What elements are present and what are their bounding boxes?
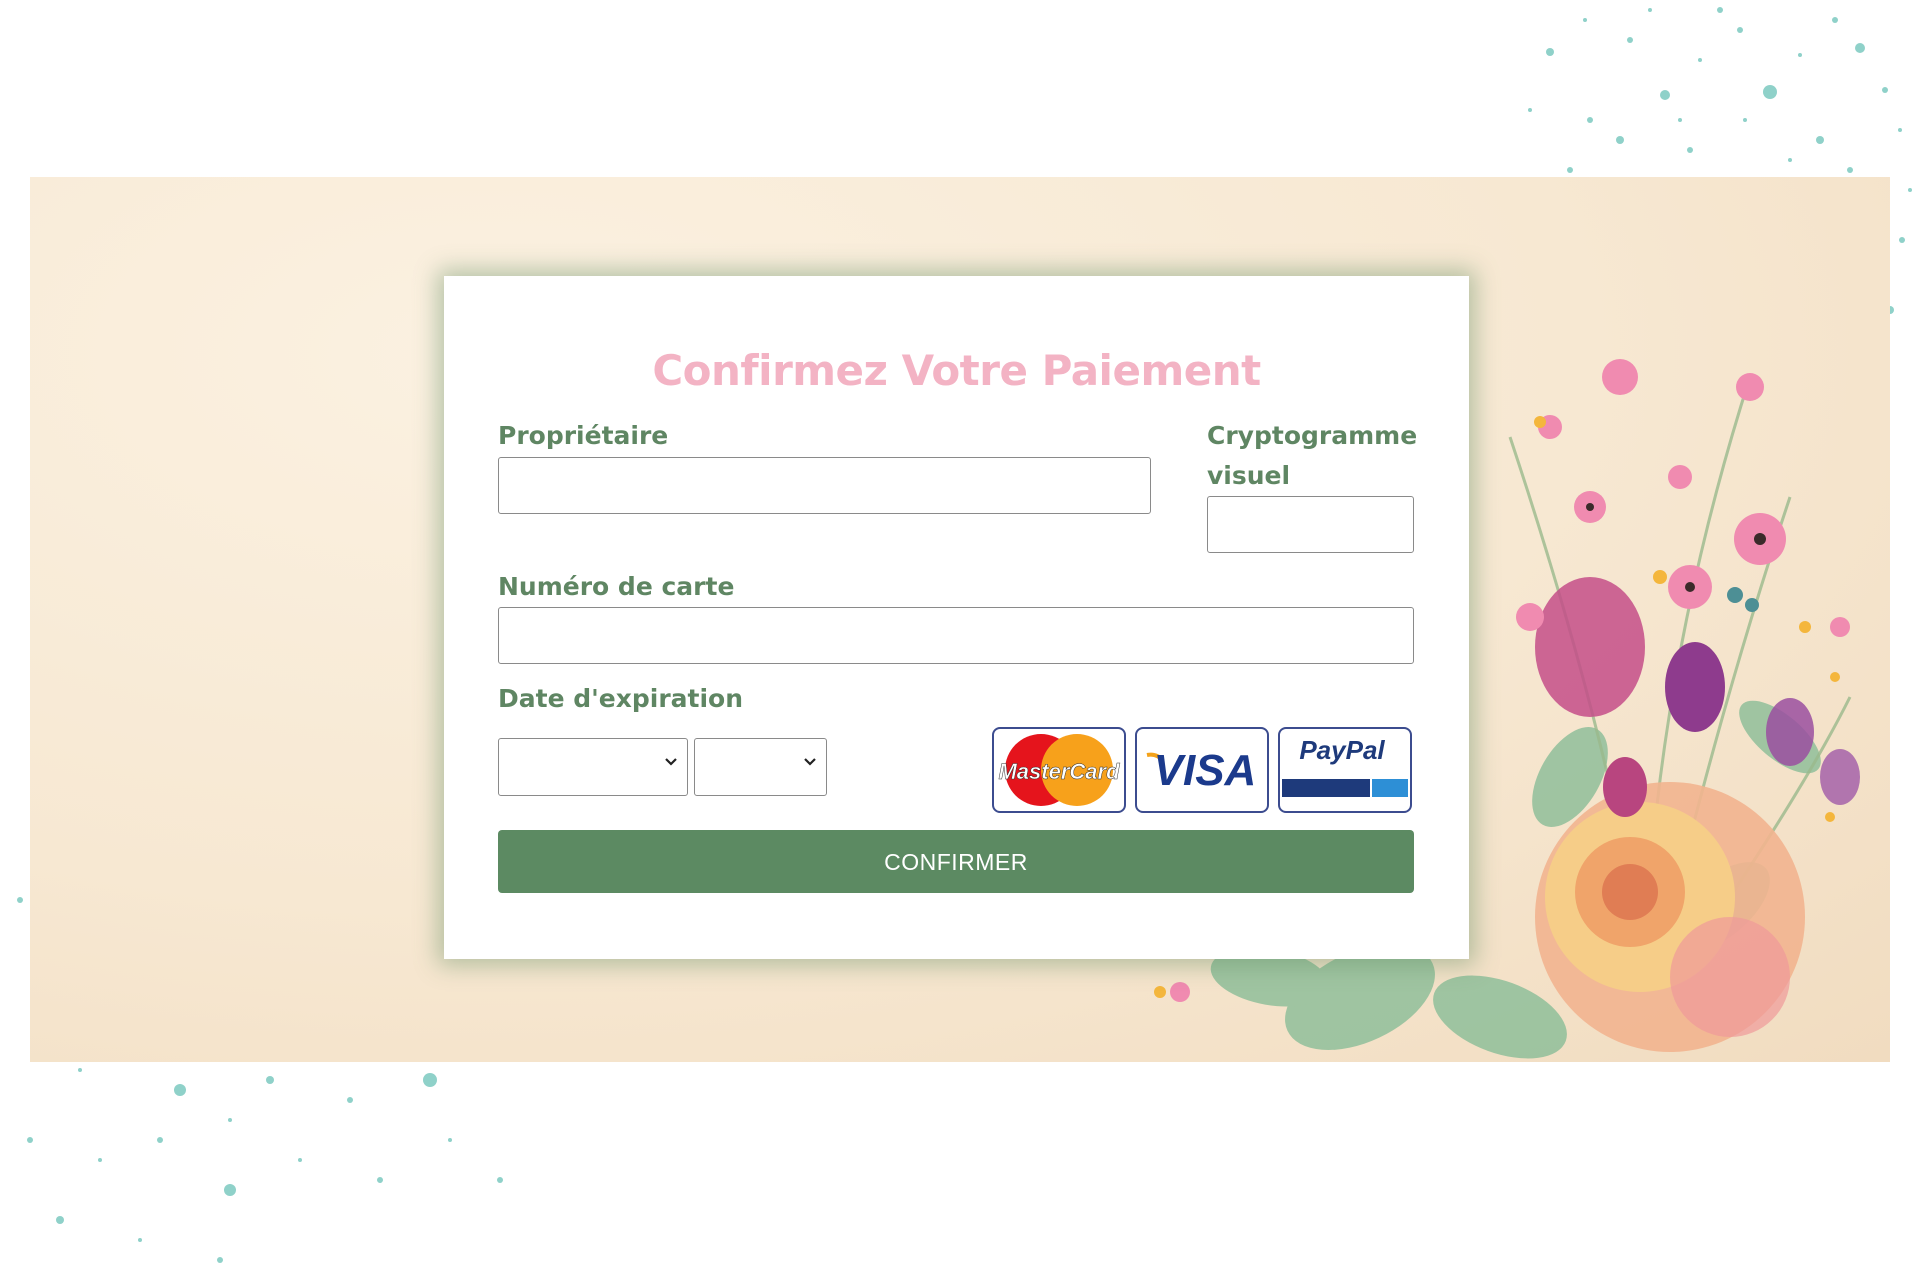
visa-logo: VISA (1135, 727, 1269, 813)
payment-form-card: Confirmez Votre Paiement Propriétaire Cr… (444, 276, 1469, 959)
cvv-label-line2: visuel (1207, 461, 1291, 490)
chevron-down-icon (665, 758, 677, 766)
mastercard-text: MasterCard (998, 759, 1120, 784)
paypal-icon: PayPal (1282, 735, 1408, 797)
mastercard-icon: MasterCard (998, 734, 1120, 806)
expiry-month-select[interactable] (498, 738, 688, 796)
cvv-input[interactable] (1207, 496, 1414, 553)
cvv-label-line1: Cryptogramme (1207, 421, 1418, 450)
confirm-button[interactable]: CONFIRMER (498, 830, 1414, 893)
owner-label: Propriétaire (498, 421, 669, 450)
chevron-down-icon (804, 758, 816, 766)
owner-input[interactable] (498, 457, 1151, 514)
paypal-logo: PayPal (1278, 727, 1412, 813)
expiry-label: Date d'expiration (498, 684, 744, 713)
visa-icon: VISA (1146, 746, 1257, 795)
hero-banner: Confirmez Votre Paiement Propriétaire Cr… (30, 177, 1890, 1062)
card-number-label: Numéro de carte (498, 572, 735, 601)
expiry-year-select[interactable] (694, 738, 827, 796)
mastercard-logo: MasterCard (992, 727, 1126, 813)
card-number-input[interactable] (498, 607, 1414, 664)
visa-text: VISA (1154, 746, 1257, 795)
paypal-text: PayPal (1299, 735, 1385, 765)
form-title: Confirmez Votre Paiement (652, 346, 1261, 395)
